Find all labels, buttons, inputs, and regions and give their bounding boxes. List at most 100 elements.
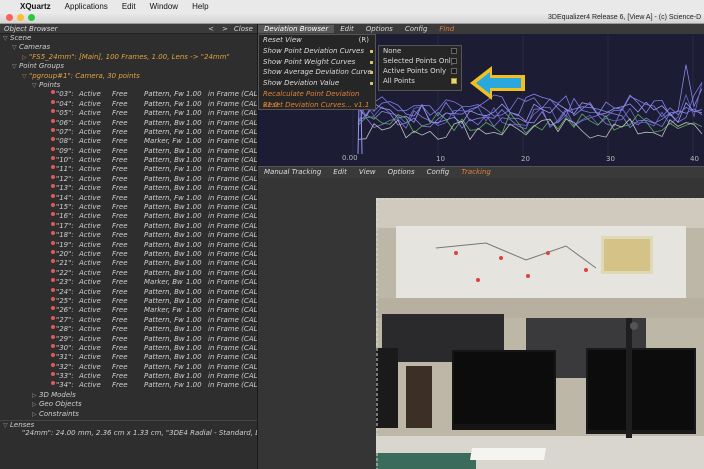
submenu-item-none[interactable]: None xyxy=(379,46,461,56)
point-row[interactable]: "24": Active Free Pattern, Bw 1.00 in Frame (… xyxy=(0,287,257,297)
tree-point-groups[interactable]: Point Groups xyxy=(19,62,64,70)
point-row[interactable]: "08": Active Free Marker, Fw 1.00 in Frame (C… xyxy=(0,137,257,146)
collapsed-triangle-icon[interactable]: ▷ xyxy=(32,400,39,409)
collapsed-triangle-icon[interactable]: ▷ xyxy=(22,53,29,62)
menu-item-show-deviation-value[interactable]: Show Deviation Value xyxy=(259,78,375,89)
point-row[interactable]: "09": Active Free Pattern, Bw 1.00 in Frame (… xyxy=(0,146,257,156)
menu-options[interactable]: Options xyxy=(382,168,421,176)
point-row[interactable]: "31": Active Free Pattern, Bw 1.00 in Frame (… xyxy=(0,353,257,362)
point-row[interactable]: "13": Active Free Pattern, Bw 1.00 in Frame (… xyxy=(0,184,257,193)
point-row[interactable]: "20": Active Free Pattern, Bw 1.00 in Frame (… xyxy=(0,249,257,259)
menu-item-reset-view[interactable]: Reset View (R) xyxy=(259,35,375,46)
expand-triangle-icon[interactable]: ▽ xyxy=(3,34,10,43)
point-row[interactable]: "12": Active Free Pattern, Bw 1.00 in Frame (… xyxy=(0,174,257,184)
point-row[interactable]: "26": Active Free Marker, Fw 1.00 in Frame (C… xyxy=(0,306,257,315)
point-row[interactable]: "23": Active Free Marker, Bw 1.00 in Frame (C… xyxy=(0,278,257,287)
point-row[interactable]: "21": Active Free Pattern, Bw 1.00 in Frame (… xyxy=(0,259,257,268)
menu-applications[interactable]: Applications xyxy=(58,2,115,11)
submenu-item-active-points-only[interactable]: Active Points Only xyxy=(379,66,461,76)
point-row[interactable]: "33": Active Free Pattern, Bw 1.00 in Frame (… xyxy=(0,372,257,381)
point-row[interactable]: "34": Active Free Pattern, Fw 1.00 in Frame (… xyxy=(0,381,257,390)
tree-geo-objects[interactable]: Geo Objects xyxy=(39,400,82,408)
point-row[interactable]: "05": Active Free Pattern, Fw 1.00 in Frame (… xyxy=(0,109,257,118)
point-row[interactable]: "29": Active Free Pattern, Bw 1.00 in Frame (… xyxy=(0,334,257,344)
point-row[interactable]: "19": Active Free Pattern, Bw 1.00 in Frame (… xyxy=(0,240,257,250)
menu-item-recalculate-point-deviation[interactable]: Recalculate Point Deviation v1.0 xyxy=(259,89,375,109)
close-window-button[interactable] xyxy=(6,14,13,21)
menu-item-reset-deviation-curves[interactable]: Reset Deviation Curves... v1.1 xyxy=(259,100,375,111)
nav-next-button[interactable]: > xyxy=(218,25,232,33)
menu-edit[interactable]: Edit xyxy=(327,168,353,176)
point-row[interactable]: "25": Active Free Pattern, Bw 1.00 in Frame (… xyxy=(0,296,257,306)
manual-tracking-panel: Manual Tracking Edit View Options Config… xyxy=(258,166,704,469)
menu-item-show-point-weight-curves[interactable]: Show Point Weight Curves xyxy=(259,57,375,68)
menu-item-show-point-deviation-curves[interactable]: Show Point Deviation Curves xyxy=(259,46,375,57)
point-row[interactable]: "03": Active Free Pattern, Fw 1.00 in Frame (… xyxy=(0,90,257,99)
tree-camera-item[interactable]: "FS5_24mm": [Main], 100 Frames, 1.00, Le… xyxy=(29,53,230,61)
point-row[interactable]: "16": Active Free Pattern, Bw 1.00 in Frame (… xyxy=(0,212,257,221)
menu-deviation-browser[interactable]: Deviation Browser xyxy=(258,25,335,33)
menu-config[interactable]: Config xyxy=(399,25,434,33)
tree-pgroup[interactable]: "pgroup#1": Camera, 30 points xyxy=(29,72,140,80)
point-row[interactable]: "32": Active Free Pattern, Fw 1.00 in Frame (… xyxy=(0,362,257,372)
checkbox[interactable] xyxy=(451,68,457,74)
checkbox-checked[interactable] xyxy=(451,78,457,84)
point-row[interactable]: "30": Active Free Pattern, Bw 1.00 in Frame (… xyxy=(0,343,257,353)
point-row[interactable]: "15": Active Free Pattern, Bw 1.00 in Frame (… xyxy=(0,203,257,212)
expand-triangle-icon[interactable]: ▽ xyxy=(22,72,29,81)
point-row[interactable]: "17": Active Free Pattern, Bw 1.00 in Frame (… xyxy=(0,221,257,231)
tree-lens-item[interactable]: "24mm": 24.00 mm, 2.36 cm x 1.33 cm, "3D… xyxy=(22,429,257,437)
minimize-window-button[interactable] xyxy=(17,14,24,21)
expand-triangle-icon[interactable]: ▽ xyxy=(32,81,39,90)
tree-constraints[interactable]: Constraints xyxy=(39,410,79,418)
point-row[interactable]: "11": Active Free Pattern, Fw 1.00 in Frame (… xyxy=(0,165,257,174)
menu-app-xquartz[interactable]: XQuartz xyxy=(16,2,58,11)
menu-item-label: Reset View xyxy=(263,36,302,44)
point-type: Pattern, Bw xyxy=(144,343,185,352)
zoom-window-button[interactable] xyxy=(28,14,35,21)
menu-config[interactable]: Config xyxy=(421,168,456,176)
object-browser-title[interactable]: Object Browser xyxy=(0,25,204,33)
point-row[interactable]: "06": Active Free Pattern, Bw 1.00 in Frame (… xyxy=(0,118,257,128)
point-frame: in Frame (CAL xyxy=(208,156,258,165)
submenu-item-selected-points-only[interactable]: Selected Points Only xyxy=(379,56,461,66)
menu-find[interactable]: Find xyxy=(433,25,460,33)
collapsed-triangle-icon[interactable]: ▷ xyxy=(32,410,39,419)
close-button[interactable]: Close xyxy=(232,25,257,33)
tree-lenses[interactable]: Lenses xyxy=(10,421,34,429)
expand-triangle-icon[interactable]: ▽ xyxy=(12,43,19,52)
point-row[interactable]: "27": Active Free Pattern, Fw 1.00 in Frame (… xyxy=(0,315,257,325)
tree-points[interactable]: Points xyxy=(39,81,60,89)
point-row[interactable]: "18": Active Free Pattern, Bw 1.00 in Frame (… xyxy=(0,231,257,240)
point-row[interactable]: "04": Active Free Pattern, Fw 1.00 in Frame (… xyxy=(0,99,257,109)
point-row[interactable]: "10": Active Free Pattern, Bw 1.00 in Frame (… xyxy=(0,156,257,165)
submenu-item-all-points[interactable]: All Points xyxy=(379,76,461,86)
menu-help[interactable]: Help xyxy=(185,2,215,11)
tree-scene[interactable]: Scene xyxy=(10,34,31,42)
mac-menubar: XQuartz Applications Edit Window Help xyxy=(0,0,704,12)
checkbox[interactable] xyxy=(451,58,457,64)
point-name: "31": xyxy=(56,353,74,362)
menu-options[interactable]: Options xyxy=(360,25,399,33)
tracking-viewport[interactable] xyxy=(258,178,704,469)
menu-tracking[interactable]: Tracking xyxy=(455,168,497,176)
point-row[interactable]: "28": Active Free Pattern, Bw 1.00 in Frame (… xyxy=(0,325,257,334)
checkbox[interactable] xyxy=(451,48,457,54)
menu-manual-tracking[interactable]: Manual Tracking xyxy=(258,168,327,176)
menu-window[interactable]: Window xyxy=(143,2,185,11)
tree-cameras[interactable]: Cameras xyxy=(19,43,50,51)
point-row[interactable]: "22": Active Free Pattern, Bw 1.00 in Frame (… xyxy=(0,268,257,278)
submenu-indicator-icon xyxy=(370,49,373,53)
scene-tree: ▽ Scene ▽ Cameras ▷ "FS5_24mm": [Main], 100… xyxy=(0,34,257,439)
menu-edit[interactable]: Edit xyxy=(115,2,143,11)
menu-view[interactable]: View xyxy=(353,168,382,176)
menu-edit[interactable]: Edit xyxy=(334,25,360,33)
menu-item-show-average-deviation-curve[interactable]: Show Average Deviation Curve xyxy=(259,67,375,78)
point-row[interactable]: "14": Active Free Pattern, Fw 1.00 in Frame (… xyxy=(0,193,257,203)
expand-triangle-icon[interactable]: ▽ xyxy=(12,62,19,71)
point-status: Active xyxy=(79,325,101,334)
nav-prev-button[interactable]: < xyxy=(204,25,218,33)
tree-3d-models[interactable]: 3D Models xyxy=(39,391,76,399)
point-row[interactable]: "07": Active Free Pattern, Fw 1.00 in Frame (… xyxy=(0,127,257,137)
collapsed-triangle-icon[interactable]: ▷ xyxy=(32,391,39,400)
